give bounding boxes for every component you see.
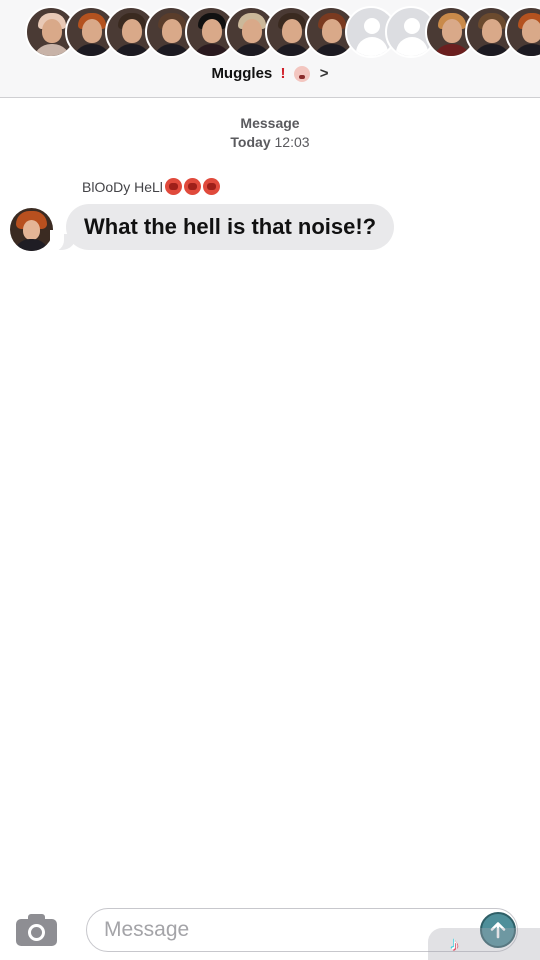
avatar-face [522,19,540,43]
avatar-robe [153,44,191,56]
avatar-face [162,19,182,43]
day-label: Today [230,134,271,150]
avatar-face [122,19,142,43]
group-name: Muggles [211,65,273,83]
avatar-face [42,19,62,43]
service-label: Message [240,115,300,131]
avatar-robe [433,44,471,56]
person-head-icon [364,18,380,34]
sender-name: BlOoDy HeLl [82,178,220,196]
tiktok-note-icon: ♪ [450,934,459,954]
person-body-icon [356,37,388,56]
conversation-header: Muggles ! > [0,0,540,98]
avatar-robe [193,44,231,56]
avatar-robe [313,44,351,56]
person-head-icon [404,18,420,34]
chevron-right-icon: > [319,65,329,83]
avatar-robe [73,44,111,56]
tiktok-watermark: ♪ [428,928,540,960]
message-text: What the hell is that noise!? [84,214,377,239]
avatar-robe [14,239,49,251]
participant-avatars[interactable] [0,4,540,60]
sender-name-text: BlOoDy HeLl [82,179,163,195]
angry-face-icon [183,178,201,195]
scared-face-icon [293,66,310,83]
group-title[interactable]: Muggles ! > [0,64,540,84]
avatar-robe [233,44,271,56]
avatar-robe [113,44,151,56]
avatar-robe [273,44,311,56]
person-body-icon [396,37,428,56]
avatar-face [82,19,102,43]
time-label: 12:03 [274,134,310,150]
avatar-face [442,19,462,43]
thread-timestamp: Message Today 12:03 [0,114,540,152]
exclamation-icon: ! [280,65,286,83]
avatar-face [23,220,40,240]
avatar-face [242,19,262,43]
avatar-robe [513,44,540,56]
sender-avatar[interactable] [10,208,53,251]
message-bubble[interactable]: What the hell is that noise!? [66,204,395,250]
avatar-face [202,19,222,43]
camera-lens-inner [31,927,42,938]
angry-face-icon [164,178,182,195]
camera-button[interactable] [16,914,57,946]
avatar-robe [33,44,71,56]
avatar-face [482,19,502,43]
angry-face-icon [202,178,220,195]
messages-screen: Muggles ! > Message Today 12:03 BlOoDy H… [0,0,540,960]
avatar-face [322,19,342,43]
avatar-robe [473,44,511,56]
avatar-face [282,19,302,43]
